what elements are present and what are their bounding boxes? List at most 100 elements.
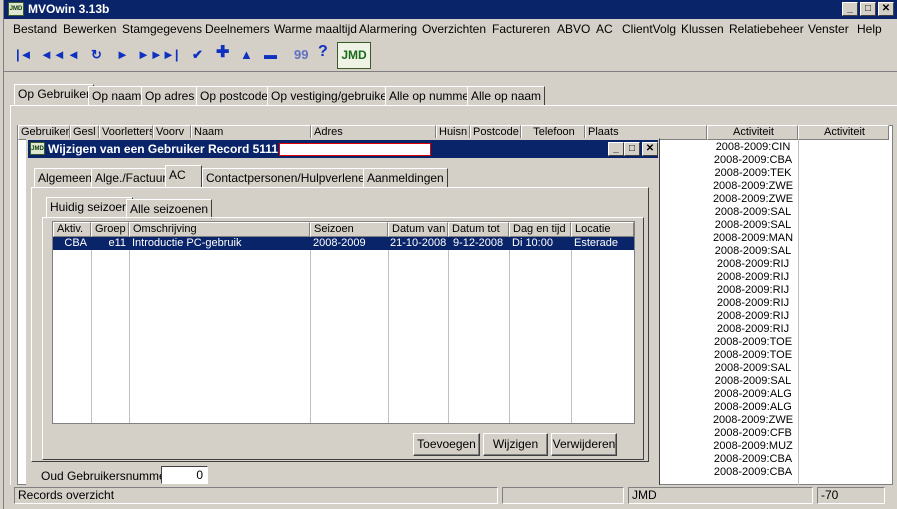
refresh-icon[interactable]: ↻ bbox=[91, 48, 102, 62]
list-item[interactable]: 2008-2009:TOE bbox=[708, 349, 798, 362]
menu-bar: Bestand Bewerken Stamgegevens Deelnemers… bbox=[4, 19, 897, 39]
list-item[interactable]: 2008-2009:CIN bbox=[708, 141, 798, 154]
dialog-minimize-button[interactable]: _ bbox=[608, 142, 624, 156]
grid-col-datum-tot[interactable]: Datum tot bbox=[448, 222, 509, 237]
subtab-alle-seizoenen[interactable]: Alle seizoenen bbox=[126, 199, 213, 219]
app-title: MVOwin 3.13b bbox=[28, 2, 110, 16]
list-item[interactable]: 2008-2009:SAL bbox=[708, 362, 798, 375]
previous-page-icon[interactable]: ◄◄ bbox=[40, 48, 66, 62]
list-item[interactable]: 2008-2009:MAN bbox=[708, 232, 798, 245]
list-item[interactable]: 2008-2009:RIJ bbox=[708, 297, 798, 310]
menu-clientvolg[interactable]: ClientVolg bbox=[622, 22, 676, 36]
menu-overzichten[interactable]: Overzichten bbox=[422, 22, 486, 36]
edit-triangle-icon[interactable]: ▲ bbox=[240, 48, 253, 62]
menu-bestand[interactable]: Bestand bbox=[13, 22, 57, 36]
menu-warme-maaltijd[interactable]: Warme maaltijd bbox=[274, 22, 357, 36]
add-button[interactable]: Toevoegen bbox=[413, 433, 480, 456]
grid-col-groep[interactable]: Groep bbox=[91, 222, 129, 237]
dialog-logo-icon: JMD bbox=[30, 142, 45, 155]
grid-col-aktiv[interactable]: Aktiv. bbox=[53, 222, 91, 237]
tab-op-naam[interactable]: Op naam bbox=[88, 86, 146, 106]
dialog-tab-contactpersonen[interactable]: Contactpersonen/Hulpverleners bbox=[202, 168, 379, 188]
grid-col-dag-tijd[interactable]: Dag en tijd bbox=[509, 222, 571, 237]
quote-icon[interactable]: 99 bbox=[294, 48, 308, 62]
menu-factureren[interactable]: Factureren bbox=[492, 22, 550, 36]
row-aktiv: CBA bbox=[64, 237, 87, 249]
next-record-icon[interactable]: ► bbox=[116, 48, 129, 62]
row-seizoen: 2008-2009 bbox=[313, 237, 366, 249]
subtab-huidig-seizoen[interactable]: Huidig seizoen bbox=[46, 197, 133, 219]
dialog-tab-algemeen[interactable]: Algemeen bbox=[34, 168, 97, 188]
previous-record-icon[interactable]: ◄ bbox=[67, 48, 80, 62]
menu-abvo[interactable]: ABVO bbox=[557, 22, 590, 36]
menu-venster[interactable]: Venster bbox=[808, 22, 849, 36]
row-groep: e11 bbox=[108, 237, 126, 249]
menu-deelnemers[interactable]: Deelnemers bbox=[205, 22, 270, 36]
status-panel-empty bbox=[502, 487, 624, 504]
list-item[interactable]: 2008-2009:TOE bbox=[708, 336, 798, 349]
tab-op-gebruiker[interactable]: Op Gebruiker bbox=[14, 84, 95, 105]
list-item[interactable]: 2008-2009:MUZ bbox=[708, 440, 798, 453]
help-icon[interactable]: ? bbox=[318, 44, 328, 60]
maximize-button[interactable]: □ bbox=[860, 2, 876, 16]
add-plus-icon[interactable]: ✚ bbox=[216, 45, 229, 61]
list-item[interactable]: 2008-2009:TEK bbox=[708, 167, 798, 180]
dialog-close-button[interactable]: ✕ bbox=[642, 142, 658, 156]
menu-stamgegevens[interactable]: Stamgegevens bbox=[122, 22, 202, 36]
tab-op-adres[interactable]: Op adres bbox=[141, 86, 199, 106]
col-activiteit-1[interactable]: Activiteit bbox=[707, 125, 798, 140]
menu-ac[interactable]: AC bbox=[596, 22, 613, 36]
delete-button[interactable]: Verwijderen bbox=[551, 433, 617, 456]
next-page-icon[interactable]: ►► bbox=[137, 48, 163, 62]
list-item[interactable]: 2008-2009:RIJ bbox=[708, 284, 798, 297]
dialog-tab-ac[interactable]: AC bbox=[165, 165, 202, 188]
jmd-logo-button[interactable]: JMD bbox=[337, 42, 371, 69]
list-item[interactable]: 2008-2009:CBA bbox=[708, 453, 798, 466]
menu-relatiebeheer[interactable]: Relatiebeheer bbox=[729, 22, 804, 36]
list-item[interactable]: 2008-2009:ALG bbox=[708, 401, 798, 414]
col-activiteit-2[interactable]: Activiteit bbox=[798, 125, 889, 140]
tab-alle-op-nummer[interactable]: Alle op nummer bbox=[385, 86, 478, 106]
menu-alarmering[interactable]: Alarmering bbox=[359, 22, 417, 36]
close-button[interactable]: ✕ bbox=[878, 2, 894, 16]
row-dag-tijd: Di 10:00 bbox=[512, 237, 553, 249]
menu-bewerken[interactable]: Bewerken bbox=[63, 22, 116, 36]
list-item[interactable]: 2008-2009:ZWE bbox=[708, 180, 798, 193]
dialog-tab-aanmeldingen[interactable]: Aanmeldingen bbox=[363, 168, 448, 188]
list-item[interactable]: 2008-2009:SAL bbox=[708, 245, 798, 258]
tab-op-vestiging[interactable]: Op vestiging/gebruiker bbox=[267, 86, 396, 106]
list-item[interactable]: 2008-2009:CBA bbox=[708, 466, 798, 479]
edit-button[interactable]: Wijzigen bbox=[483, 433, 548, 456]
list-item[interactable]: 2008-2009:RIJ bbox=[708, 323, 798, 336]
list-item[interactable]: 2008-2009:ZWE bbox=[708, 414, 798, 427]
list-item[interactable]: 2008-2009:RIJ bbox=[708, 271, 798, 284]
list-item[interactable]: 2008-2009:CBA bbox=[708, 154, 798, 167]
list-item[interactable]: 2008-2009:ZWE bbox=[708, 193, 798, 206]
minimize-button[interactable]: _ bbox=[842, 2, 858, 16]
redacted-name-box bbox=[279, 143, 431, 156]
menu-klussen[interactable]: Klussen bbox=[681, 22, 724, 36]
old-number-field[interactable]: 0 bbox=[161, 466, 208, 484]
confirm-check-icon[interactable]: ✔ bbox=[192, 48, 203, 62]
list-item[interactable]: 2008-2009:RIJ bbox=[708, 310, 798, 323]
grid-col-omschrijving[interactable]: Omschrijving bbox=[129, 222, 310, 237]
row-datum-van: 21-10-2008 bbox=[390, 237, 447, 249]
tab-op-postcode[interactable]: Op postcode bbox=[196, 86, 273, 106]
grid-col-datum-van[interactable]: Datum van bbox=[388, 222, 448, 237]
menu-help[interactable]: Help bbox=[857, 22, 882, 36]
dialog-maximize-button[interactable]: □ bbox=[624, 142, 640, 156]
tab-alle-op-naam[interactable]: Alle op naam bbox=[467, 86, 546, 106]
grid-col-seizoen[interactable]: Seizoen bbox=[310, 222, 388, 237]
list-item[interactable]: 2008-2009:SAL bbox=[708, 375, 798, 388]
list-item[interactable]: 2008-2009:ALG bbox=[708, 388, 798, 401]
list-item[interactable]: 2008-2009:SAL bbox=[708, 219, 798, 232]
delete-minus-icon[interactable]: ▬ bbox=[264, 48, 277, 62]
list-item[interactable]: 2008-2009:CFB bbox=[708, 427, 798, 440]
courses-grid[interactable] bbox=[52, 221, 635, 424]
list-item[interactable]: 2008-2009:SAL bbox=[708, 206, 798, 219]
grid-col-locatie[interactable]: Locatie bbox=[571, 222, 634, 237]
last-record-icon[interactable]: ►| bbox=[162, 48, 179, 62]
dialog-tab-alge-factuur[interactable]: Alge./Factuur bbox=[91, 168, 171, 188]
list-item[interactable]: 2008-2009:RIJ bbox=[708, 258, 798, 271]
first-record-icon[interactable]: |◄ bbox=[16, 48, 33, 62]
